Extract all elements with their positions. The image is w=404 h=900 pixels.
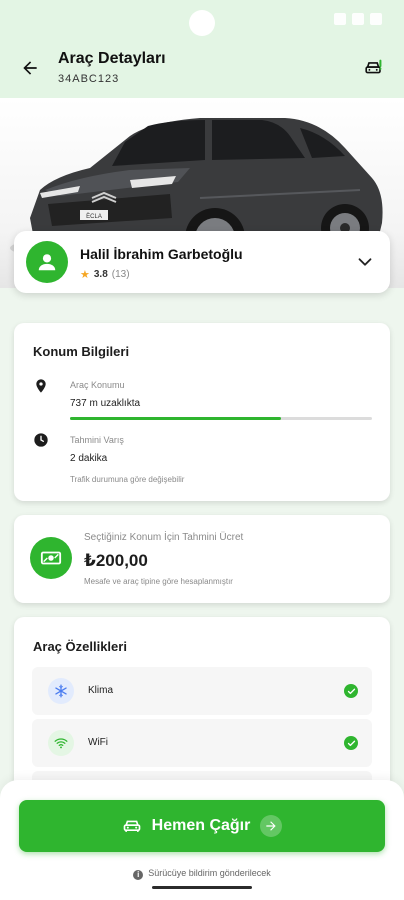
car-icon xyxy=(123,820,140,832)
arrow-right-icon xyxy=(260,815,283,837)
location-card: Konum Bilgileri Araç Konumu 737 m uzaklı… xyxy=(14,323,390,501)
distance-progress xyxy=(70,417,372,420)
price-note: Mesafe ve araç tipine göre hesaplanmıştı… xyxy=(84,577,233,586)
price-value: ₺200,00 xyxy=(84,551,148,570)
cash-icon-wrapper xyxy=(30,537,72,579)
driver-name: Halil İbrahim Garbetoğlu xyxy=(80,246,243,262)
feature-item-klima: Klima xyxy=(32,667,372,715)
page-title: Araç Detayları xyxy=(58,50,166,67)
price-label: Seçtiğiniz Konum İçin Tahmini Ücret xyxy=(84,532,244,543)
price-card: Seçtiğiniz Konum İçin Tahmini Ücret ₺200… xyxy=(14,515,390,603)
features-card-title: Araç Özellikleri xyxy=(33,639,127,654)
check-icon xyxy=(344,684,358,698)
snowflake-icon xyxy=(48,678,74,704)
feature-item-wifi: WiFi xyxy=(32,719,372,767)
camera-cutout xyxy=(189,10,215,36)
system-icons xyxy=(334,13,382,25)
distance-progress-fill xyxy=(70,417,282,420)
arrow-left-icon xyxy=(23,61,37,75)
report-car-button[interactable] xyxy=(360,54,388,82)
bottom-action-bar: Hemen Çağır i Sürücüye bildirim gönderile… xyxy=(0,780,404,900)
clock-icon xyxy=(34,433,48,447)
gesture-bar xyxy=(152,886,252,889)
eta-value: 2 dakika xyxy=(70,453,108,464)
cash-icon xyxy=(40,551,62,565)
expand-driver-button[interactable] xyxy=(354,251,376,273)
eta-label: Tahmini Varış xyxy=(70,435,124,445)
feature-name: WiFi xyxy=(88,737,108,748)
vehicle-location-label: Araç Konumu xyxy=(70,380,125,390)
feature-name: Klima xyxy=(88,685,114,696)
traffic-note: Trafik durumuna göre değişebilir xyxy=(70,475,185,484)
details-content[interactable]: Konum Bilgileri Araç Konumu 737 m uzaklı… xyxy=(0,300,404,819)
call-now-button[interactable]: Hemen Çağır xyxy=(19,800,385,852)
driver-rating: ★ 3.8 (13) xyxy=(80,268,130,281)
vehicle-location-value: 737 m uzaklıkta xyxy=(70,398,141,409)
plate-number: 34ABC123 xyxy=(58,73,120,85)
avatar xyxy=(26,241,68,283)
rating-score: 3.8 xyxy=(93,269,108,280)
call-now-label: Hemen Çağır xyxy=(151,817,251,834)
location-pin-icon xyxy=(36,379,46,393)
car-report-icon xyxy=(365,59,382,74)
plate-badge: ËCLA xyxy=(86,213,102,220)
status-bar xyxy=(0,0,404,40)
notify-text: i Sürücüye bildirim gönderilecek xyxy=(0,868,404,880)
location-card-title: Konum Bilgileri xyxy=(33,344,130,359)
info-icon: i xyxy=(133,870,144,880)
chevron-down-icon xyxy=(358,258,372,266)
notify-label: Sürücüye bildirim gönderilecek xyxy=(148,868,271,878)
back-button[interactable] xyxy=(16,54,44,82)
star-icon: ★ xyxy=(80,269,90,281)
wifi-icon xyxy=(48,730,74,756)
check-icon xyxy=(344,736,358,750)
rating-count: (13) xyxy=(111,269,130,280)
driver-card[interactable]: Halil İbrahim Garbetoğlu ★ 3.8 (13) xyxy=(14,231,390,293)
person-icon xyxy=(38,254,56,271)
app-bar: Araç Detayları 34ABC123 xyxy=(0,40,404,98)
